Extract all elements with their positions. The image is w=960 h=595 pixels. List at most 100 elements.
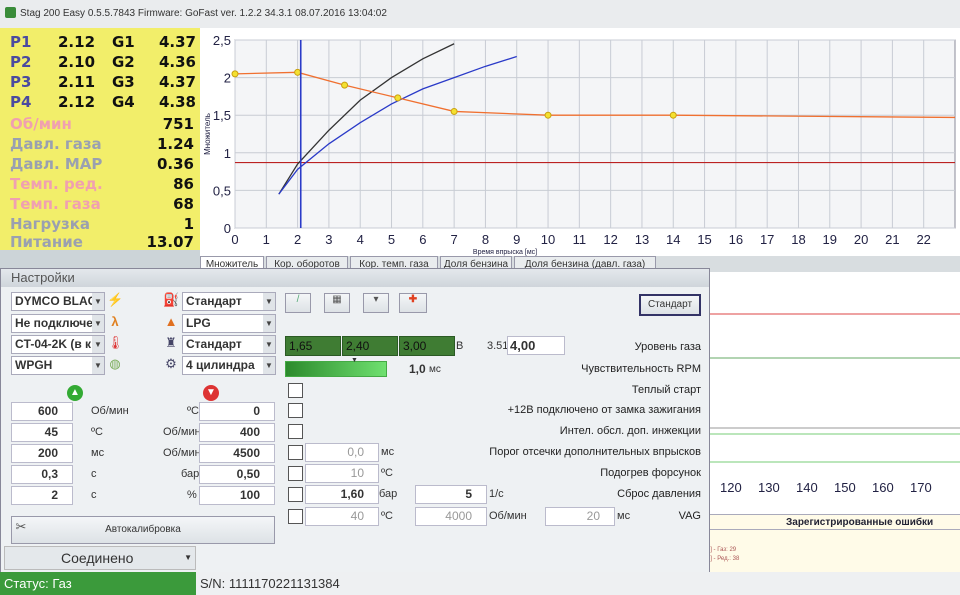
gas-level-v1[interactable]: 1,65 xyxy=(285,336,341,356)
ecu-dropdown[interactable]: DYMCO BLACI ▼ xyxy=(11,292,105,311)
extra-cutoff-input[interactable]: 0,0 xyxy=(305,443,379,462)
min-rpm-input[interactable]: 400 xyxy=(199,423,275,442)
x-tick-label: 15 xyxy=(697,232,711,247)
window-title-bar: Stag 200 Easy 0.5.5.7843 Firmware: GoFas… xyxy=(0,0,960,29)
gas-level-v2[interactable]: 2,40 xyxy=(342,336,398,356)
chevron-down-icon: ▼ xyxy=(263,293,275,310)
gas-level-label: Уровень газа xyxy=(634,341,701,353)
cylinder-icon: ⚙ xyxy=(165,356,177,371)
unit-label: мс xyxy=(617,510,631,522)
x-axis-label: Время впрыска [мс] xyxy=(473,249,537,256)
standard-button[interactable]: Стандарт xyxy=(639,294,701,316)
pressure-sensor-dropdown[interactable]: WPGH ▼ xyxy=(11,356,105,375)
dropdown-value: 4 цилиндра xyxy=(186,358,255,372)
injector-row: P1 2.12 G1 4.37 xyxy=(0,32,200,52)
x-tick-label: 13 xyxy=(635,232,649,247)
multiplier-chart[interactable]: 0 1 2 3 4 5 6 7 8 9 10 11 12 13 14 15 16 17 18 19 20 21 22 0 0,5… xyxy=(200,28,960,256)
dropdown-value: CT-04-2K (в к xyxy=(15,337,92,351)
switch-to-petrol-icon: ▼ xyxy=(203,385,219,401)
gas-level-v3[interactable]: 3,00 xyxy=(399,336,455,356)
switch-to-gas-icon: ▲ xyxy=(67,385,83,401)
switch-temp-input[interactable]: 45 xyxy=(11,423,73,442)
injector-row: P4 2.12 G4 4.38 xyxy=(0,92,200,112)
injector-type-dropdown[interactable]: Стандарт ▼ xyxy=(182,292,276,311)
fuel-type-dropdown[interactable]: LPG ▼ xyxy=(182,314,276,333)
unit-label: ºC xyxy=(187,405,199,417)
unit-label: Об/мин xyxy=(163,447,201,459)
lambda-dropdown[interactable]: Не подключе ▼ xyxy=(11,314,105,333)
param-value: 86 xyxy=(173,175,194,193)
extra-injection-checkbox[interactable] xyxy=(288,424,303,439)
temp-sensor-dropdown[interactable]: CT-04-2K (в к ▼ xyxy=(11,335,105,354)
x-tick-label: 20 xyxy=(854,232,868,247)
y-tick-label: 2 xyxy=(224,71,231,86)
button-label: Автокалибровка xyxy=(105,524,181,535)
plug-icon: ⚡ xyxy=(107,292,124,307)
add-tool-button[interactable]: ✚ xyxy=(399,293,427,313)
x-tick-label: 16 xyxy=(729,232,743,247)
sensor-icon: ◍ xyxy=(109,356,121,371)
pressure-release-rate-input[interactable]: 5 xyxy=(415,485,487,504)
switch-rpm-input[interactable]: 600 xyxy=(11,402,73,421)
x-tick-label: 17 xyxy=(760,232,774,247)
injector-heating-checkbox[interactable] xyxy=(288,466,303,481)
max-rpm-input[interactable]: 4500 xyxy=(199,444,275,463)
injector-heating-input[interactable]: 10 xyxy=(305,464,379,483)
pressure-release-checkbox[interactable] xyxy=(288,487,303,502)
injector-mode-dropdown[interactable]: Стандарт ▼ xyxy=(182,335,276,354)
pen-tool-button[interactable]: / xyxy=(285,293,311,313)
autocalibration-button[interactable]: Автокалибровка xyxy=(11,516,275,544)
injector-petrol-time: 2.12 xyxy=(58,93,96,111)
dropdown-value: LPG xyxy=(186,316,211,330)
injector-gas-label: G4 xyxy=(112,93,135,111)
chevron-down-icon: ▼ xyxy=(263,357,275,374)
idle-time-input[interactable]: 2 xyxy=(11,486,73,505)
min-pressure-input[interactable]: 0,50 xyxy=(199,465,275,484)
connection-dropdown[interactable]: Соединено ▼ xyxy=(4,546,196,570)
injector-petrol-time: 2.12 xyxy=(58,33,96,51)
param-label: Об/мин xyxy=(10,115,72,133)
unit-label: % xyxy=(187,489,197,501)
injector-gas-label: G3 xyxy=(112,73,135,91)
unit-label: В xyxy=(456,340,464,352)
overlap-time-input[interactable]: 0,3 xyxy=(11,465,73,484)
unit-label: бар xyxy=(181,468,200,480)
extra-cutoff-checkbox[interactable] xyxy=(288,445,303,460)
y-tick-label: 0,5 xyxy=(213,183,231,198)
multiplier-point xyxy=(394,94,402,102)
unit-label: мс xyxy=(429,364,441,375)
settings-title-bar[interactable]: Настройки xyxy=(1,269,709,287)
table-tool-button[interactable]: ▦ xyxy=(324,293,350,313)
unit-label: 1/с xyxy=(489,488,504,500)
switch-delay-input[interactable]: 200 xyxy=(11,444,73,463)
warm-start-checkbox[interactable] xyxy=(288,383,303,398)
live-values-panel: P1 2.12 G1 4.37 P2 2.10 G2 4.36 P3 2.11 … xyxy=(0,28,200,251)
pressure-release-input[interactable]: 1,60 xyxy=(305,485,379,504)
x-tick-label: 11 xyxy=(573,232,587,247)
chevron-down-icon: ▼ xyxy=(92,293,104,310)
vag-checkbox[interactable] xyxy=(288,509,303,524)
x-tick-label: 8 xyxy=(482,232,489,247)
y-tick-label: 2,5 xyxy=(213,33,231,48)
rpm-sensitivity-slider[interactable] xyxy=(285,361,387,377)
gas-level-value[interactable]: 4,00 xyxy=(507,336,565,355)
param-load: Нагрузка 1 xyxy=(0,214,200,234)
param-value: 751 xyxy=(162,115,194,133)
petrol-share-input[interactable]: 100 xyxy=(199,486,275,505)
unit-label: ºC xyxy=(91,426,103,438)
cylinders-dropdown[interactable]: 4 цилиндра ▼ xyxy=(182,356,276,375)
rpm-sensitivity-label: Чувствительность RPM xyxy=(581,363,701,375)
param-label: Давл. газа xyxy=(10,135,102,153)
ignition-12v-checkbox[interactable] xyxy=(288,403,303,418)
cutoff-temp-input[interactable]: 0 xyxy=(199,402,275,421)
vag-rpm-input[interactable]: 4000 xyxy=(415,507,487,526)
vag-time-input[interactable]: 20 xyxy=(545,507,615,526)
param-map-pressure: Давл. MAP 0.36 xyxy=(0,154,200,174)
x-tick-label: 14 xyxy=(666,232,680,247)
injector-gas-label: G2 xyxy=(112,53,135,71)
secondary-tick-label: 140 xyxy=(796,480,818,495)
tools-icon: ✂ xyxy=(15,519,27,534)
probe-tool-button[interactable]: ▾ xyxy=(363,293,389,313)
vag-temp-input[interactable]: 40 xyxy=(305,507,379,526)
secondary-tick-label: 160 xyxy=(872,480,894,495)
